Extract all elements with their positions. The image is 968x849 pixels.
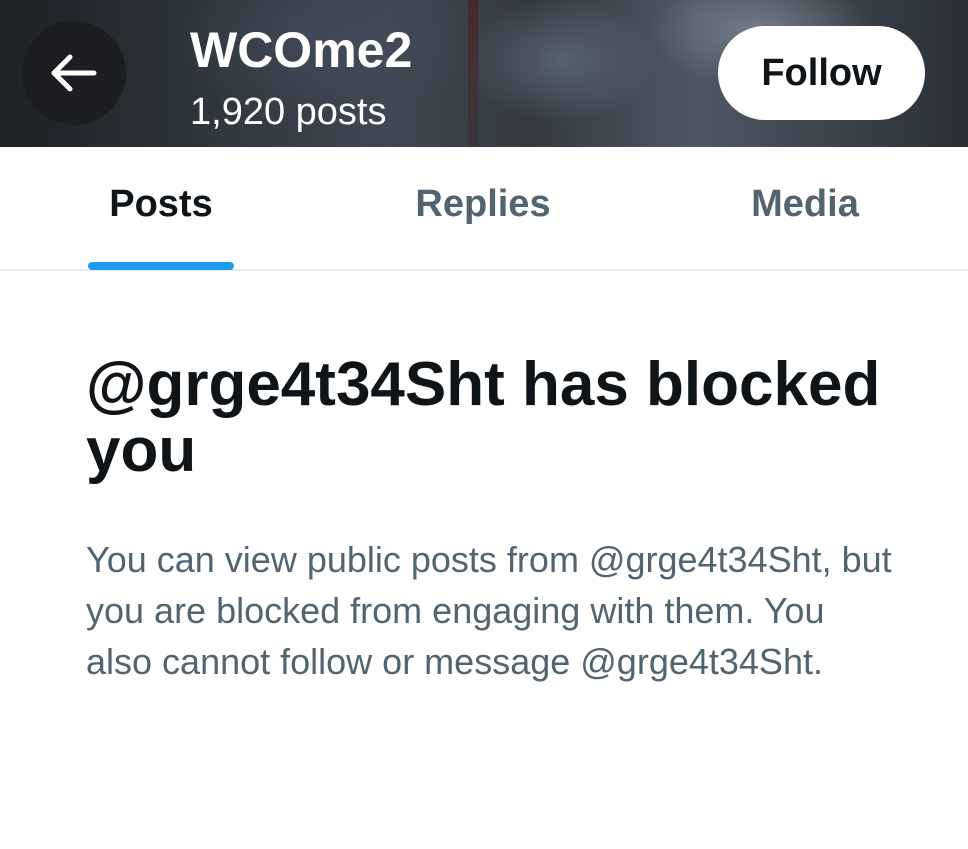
profile-name: WCOme2 [190,22,413,78]
header-banner-detail [468,0,478,147]
tab-replies[interactable]: Replies [322,147,644,271]
blocked-title: @grge4t34Sht has blocked you [86,350,881,485]
follow-button[interactable]: Follow [718,26,925,120]
blocked-description: You can view public posts from @grge4t34… [86,539,892,682]
profile-header: WCOme2 1,920 posts Follow [0,0,968,147]
tab-posts[interactable]: Posts [0,147,322,271]
post-count: 1,920 posts [190,91,387,133]
arrow-left-icon [50,53,98,93]
profile-tabs: Posts Replies Media [0,147,968,271]
active-tab-indicator [88,262,234,270]
back-button[interactable] [22,21,126,125]
tab-media[interactable]: Media [644,147,966,271]
profile-page: WCOme2 1,920 posts Follow Posts Replies … [0,0,968,849]
